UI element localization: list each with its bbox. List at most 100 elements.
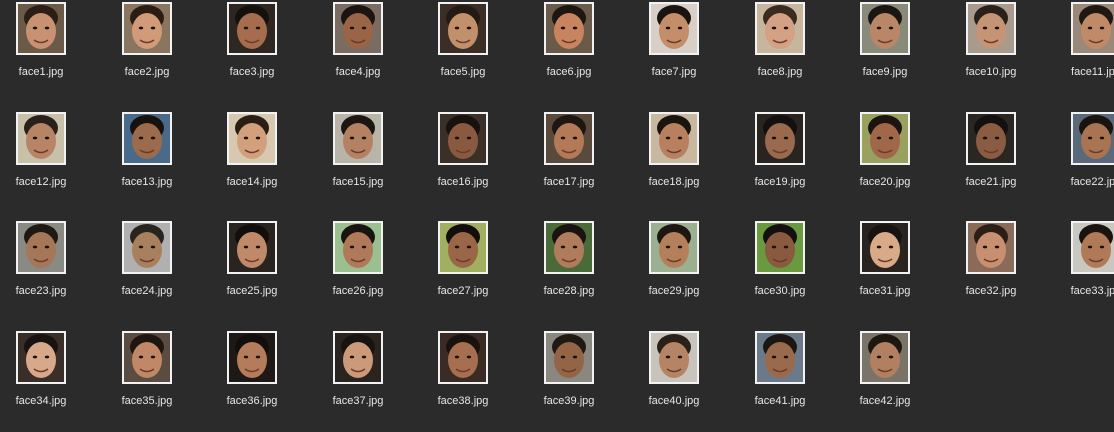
- face-photo-icon: [860, 331, 910, 384]
- file-item[interactable]: face4.jpg: [313, 2, 403, 88]
- face-photo-icon: [438, 331, 488, 384]
- file-item[interactable]: face39.jpg: [524, 331, 614, 417]
- face-photo-icon: [649, 112, 699, 165]
- file-item[interactable]: face22.jpg: [1051, 112, 1114, 198]
- file-item[interactable]: face5.jpg: [418, 2, 508, 88]
- file-item[interactable]: face41.jpg: [735, 331, 825, 417]
- face-photo-icon: [16, 112, 66, 165]
- file-item[interactable]: face38.jpg: [418, 331, 508, 417]
- file-item[interactable]: face24.jpg: [102, 221, 192, 307]
- file-item[interactable]: face13.jpg: [102, 112, 192, 198]
- file-item[interactable]: face35.jpg: [102, 331, 192, 417]
- file-item[interactable]: face36.jpg: [207, 331, 297, 417]
- face-photo-icon: [1071, 221, 1114, 274]
- face-photo-icon: [122, 221, 172, 274]
- file-item[interactable]: face33.jpg: [1051, 221, 1114, 307]
- file-item[interactable]: face8.jpg: [735, 2, 825, 88]
- face-photo-icon: [438, 112, 488, 165]
- file-name-label: face37.jpg: [332, 395, 384, 407]
- file-item[interactable]: face27.jpg: [418, 221, 508, 307]
- file-item[interactable]: face20.jpg: [840, 112, 930, 198]
- face-photo-icon: [649, 2, 699, 55]
- file-name-label: face7.jpg: [651, 66, 697, 78]
- face-photo-icon: [755, 2, 805, 55]
- file-name-label: face18.jpg: [648, 176, 700, 188]
- file-name-label: face39.jpg: [543, 395, 595, 407]
- face-photo-icon: [16, 221, 66, 274]
- file-name-label: face11.jpg: [1071, 66, 1114, 78]
- file-name-label: face26.jpg: [332, 285, 384, 297]
- file-item[interactable]: face16.jpg: [418, 112, 508, 198]
- file-name-label: face15.jpg: [332, 176, 384, 188]
- file-item[interactable]: face2.jpg: [102, 2, 192, 88]
- file-item[interactable]: face3.jpg: [207, 2, 297, 88]
- file-name-label: face40.jpg: [648, 395, 700, 407]
- face-photo-icon: [649, 221, 699, 274]
- face-photo-icon: [544, 2, 594, 55]
- face-photo-icon: [1071, 112, 1114, 165]
- file-item[interactable]: face14.jpg: [207, 112, 297, 198]
- face-photo-icon: [333, 221, 383, 274]
- file-name-label: face35.jpg: [121, 395, 173, 407]
- file-item[interactable]: face1.jpg: [0, 2, 86, 88]
- file-item[interactable]: face23.jpg: [0, 221, 86, 307]
- face-photo-icon: [438, 2, 488, 55]
- file-name-label: face38.jpg: [437, 395, 489, 407]
- file-item[interactable]: face42.jpg: [840, 331, 930, 417]
- file-item[interactable]: face7.jpg: [629, 2, 719, 88]
- face-photo-icon: [755, 221, 805, 274]
- file-item[interactable]: face19.jpg: [735, 112, 825, 198]
- file-item[interactable]: face11.jpg: [1051, 2, 1114, 88]
- file-item[interactable]: face6.jpg: [524, 2, 614, 88]
- face-photo-icon: [122, 331, 172, 384]
- face-photo-icon: [544, 331, 594, 384]
- face-photo-icon: [227, 331, 277, 384]
- face-photo-icon: [333, 112, 383, 165]
- face-photo-icon: [649, 331, 699, 384]
- face-photo-icon: [544, 112, 594, 165]
- file-item[interactable]: face10.jpg: [946, 2, 1036, 88]
- file-item[interactable]: face40.jpg: [629, 331, 719, 417]
- face-photo-icon: [860, 2, 910, 55]
- face-photo-icon: [966, 221, 1016, 274]
- face-photo-icon: [966, 112, 1016, 165]
- file-name-label: face1.jpg: [18, 66, 64, 78]
- file-item[interactable]: face37.jpg: [313, 331, 403, 417]
- face-photo-icon: [227, 112, 277, 165]
- file-item[interactable]: face29.jpg: [629, 221, 719, 307]
- file-item[interactable]: face28.jpg: [524, 221, 614, 307]
- file-item[interactable]: face30.jpg: [735, 221, 825, 307]
- file-item[interactable]: face9.jpg: [840, 2, 930, 88]
- file-name-label: face29.jpg: [648, 285, 700, 297]
- file-item[interactable]: face15.jpg: [313, 112, 403, 198]
- file-name-label: face13.jpg: [121, 176, 173, 188]
- file-name-label: face3.jpg: [229, 66, 275, 78]
- file-item[interactable]: face17.jpg: [524, 112, 614, 198]
- file-item[interactable]: face34.jpg: [0, 331, 86, 417]
- file-name-label: face20.jpg: [859, 176, 911, 188]
- file-name-label: face30.jpg: [754, 285, 806, 297]
- file-name-label: face25.jpg: [226, 285, 278, 297]
- file-item[interactable]: face26.jpg: [313, 221, 403, 307]
- file-name-label: face6.jpg: [546, 66, 592, 78]
- face-photo-icon: [333, 2, 383, 55]
- face-photo-icon: [227, 2, 277, 55]
- file-name-label: face41.jpg: [754, 395, 806, 407]
- face-photo-icon: [544, 221, 594, 274]
- file-item[interactable]: face32.jpg: [946, 221, 1036, 307]
- file-item[interactable]: face18.jpg: [629, 112, 719, 198]
- face-photo-icon: [122, 112, 172, 165]
- face-photo-icon: [122, 2, 172, 55]
- file-grid: face1.jpg face2.jpg face3.jpg face4.jpg face…: [0, 0, 1114, 432]
- face-photo-icon: [860, 221, 910, 274]
- face-photo-icon: [860, 112, 910, 165]
- file-name-label: face4.jpg: [335, 66, 381, 78]
- file-name-label: face21.jpg: [965, 176, 1017, 188]
- file-name-label: face12.jpg: [15, 176, 67, 188]
- file-item[interactable]: face31.jpg: [840, 221, 930, 307]
- file-item[interactable]: face21.jpg: [946, 112, 1036, 198]
- file-name-label: face31.jpg: [859, 285, 911, 297]
- file-item[interactable]: face12.jpg: [0, 112, 86, 198]
- file-name-label: face42.jpg: [859, 395, 911, 407]
- file-item[interactable]: face25.jpg: [207, 221, 297, 307]
